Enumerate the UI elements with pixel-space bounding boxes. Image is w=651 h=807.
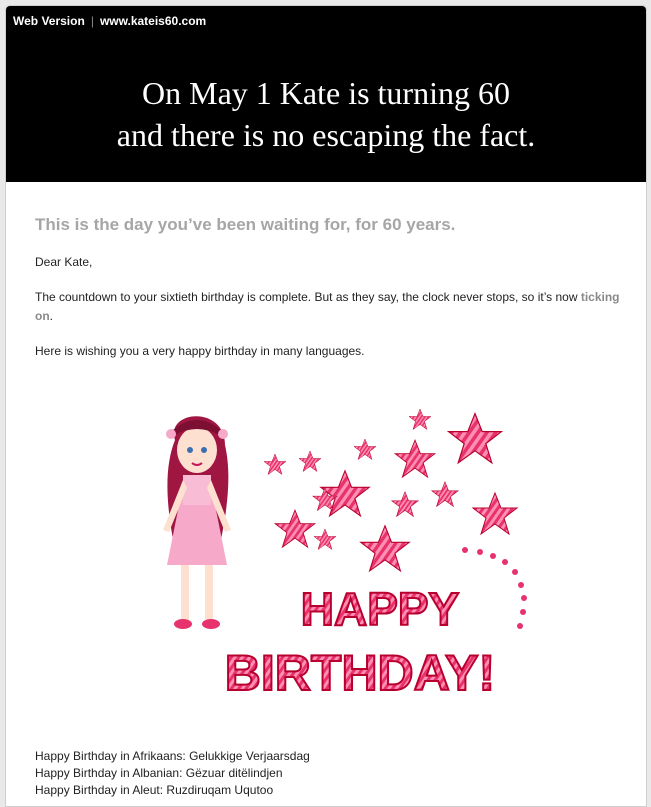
star-icon bbox=[359, 524, 411, 573]
star-icon bbox=[263, 453, 287, 476]
greeting: Dear Kate, bbox=[35, 255, 93, 269]
star-icon bbox=[471, 491, 519, 536]
birthday-graphic-svg: HAPPY BIRTHDAY! bbox=[163, 408, 527, 702]
headline: On May 1 Kate is turning 60 and there is… bbox=[6, 72, 646, 156]
star-icon bbox=[430, 480, 460, 508]
star-icon bbox=[273, 508, 317, 549]
birthday-text: BIRTHDAY! bbox=[225, 645, 495, 701]
girl-illustration bbox=[163, 416, 231, 629]
sparkle-trail bbox=[462, 547, 527, 629]
happy-text: HAPPY bbox=[301, 583, 459, 635]
site-link[interactable]: www.kateis60.com bbox=[100, 14, 206, 28]
email-content: This is the day you’ve been waiting for,… bbox=[35, 182, 620, 797]
web-version-link[interactable]: Web Version bbox=[13, 14, 85, 28]
star-icon bbox=[298, 450, 322, 473]
countdown-period: . bbox=[49, 309, 54, 323]
countdown-text: The countdown to your sixtieth birthday … bbox=[35, 290, 581, 304]
email-frame: Web Version | www.kateis60.com On May 1 Ka… bbox=[5, 5, 647, 807]
language-list: Happy Birthday in Afrikaans: Gelukkige V… bbox=[35, 748, 620, 799]
star-icon bbox=[390, 490, 420, 518]
wishing-paragraph: Here is wishing you a very happy birthda… bbox=[35, 344, 365, 358]
countdown-paragraph: The countdown to your sixtieth birthday … bbox=[35, 288, 620, 326]
link-separator: | bbox=[90, 14, 94, 28]
star-icon bbox=[393, 438, 437, 479]
star-icon bbox=[319, 469, 371, 518]
headline-line-2: and there is no escaping the fact. bbox=[116, 117, 536, 153]
top-links: Web Version | www.kateis60.com bbox=[13, 14, 206, 28]
language-item: Happy Birthday in Albanian: Gëzuar ditël… bbox=[35, 766, 283, 780]
lead-heading: This is the day you’ve been waiting for,… bbox=[35, 215, 456, 234]
birthday-graphic: HAPPY BIRTHDAY! bbox=[135, 400, 535, 720]
language-item: Happy Birthday in Afrikaans: Gelukkige V… bbox=[35, 749, 310, 763]
star-icon bbox=[353, 438, 377, 461]
star-icon bbox=[313, 528, 337, 551]
star-icon bbox=[408, 408, 432, 431]
headline-line-1: On May 1 Kate is turning 60 bbox=[142, 75, 510, 111]
email-header: Web Version | www.kateis60.com On May 1 Ka… bbox=[6, 6, 646, 182]
star-icon bbox=[446, 411, 504, 465]
